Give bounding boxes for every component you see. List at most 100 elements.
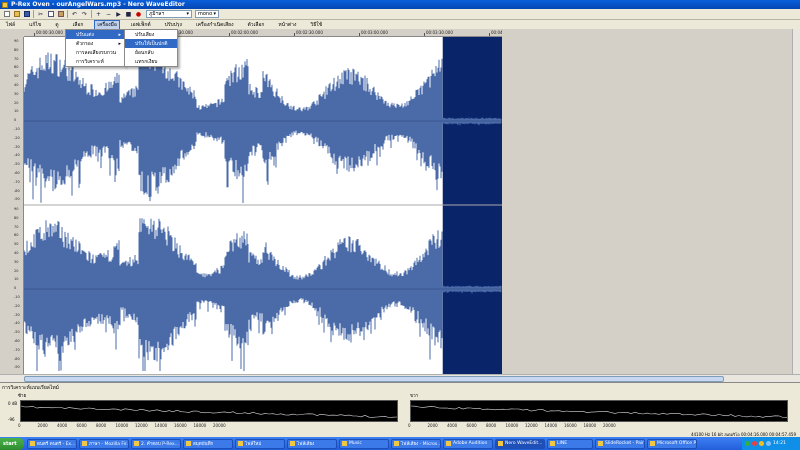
tools-menu-item-2[interactable]: การลดเสียงรบกวน xyxy=(66,48,124,57)
taskbar-item-label: Microsoft Office P... xyxy=(657,441,697,446)
taskbar-app-icon xyxy=(650,441,655,446)
channel-combo[interactable]: mono ▾ xyxy=(195,10,219,18)
copy-icon[interactable] xyxy=(46,10,55,19)
vertical-scrollbar[interactable] xyxy=(792,29,800,374)
redo-icon[interactable]: ↷ xyxy=(80,10,89,19)
taskbar-item[interactable]: SlideRocket - Paint xyxy=(595,438,645,449)
tray-icon[interactable] xyxy=(745,441,750,446)
taskbar-item[interactable]: สมุดบันทึก xyxy=(183,438,233,449)
horizontal-scrollbar[interactable] xyxy=(0,374,800,382)
tools-submenu-item-3[interactable]: แทรกเงียบ xyxy=(125,57,177,66)
taskbar-app-icon xyxy=(498,441,503,446)
system-tray: 14:21 xyxy=(742,437,800,450)
menu-tools[interactable]: เครื่องมือ xyxy=(94,19,120,30)
frequency-tick-label: 8000 xyxy=(486,423,497,428)
taskbar-item[interactable]: Microsoft Office P... xyxy=(647,438,697,449)
frequency-tick-label: 18000 xyxy=(583,423,597,428)
tools-submenu-item-1[interactable]: ปรับให้เป็นปกติ xyxy=(125,39,177,48)
left-frequency-axis: 0 2000 4000 6000 8000 10000 12000 14000 16000 180… xyxy=(18,423,233,428)
ruler-tick xyxy=(34,33,35,36)
frequency-tick-label: 6000 xyxy=(76,423,87,428)
waveform-canvas[interactable] xyxy=(24,37,502,374)
y-top-label: 0 dB xyxy=(8,401,18,406)
taskbar-item[interactable]: ไฟล์เสียง xyxy=(287,438,337,449)
amplitude-label: 40 xyxy=(14,83,19,87)
undo-icon[interactable]: ↶ xyxy=(70,10,79,19)
open-icon[interactable] xyxy=(12,10,21,19)
stop-icon[interactable]: ■ xyxy=(124,10,133,19)
chevron-down-icon: ▾ xyxy=(213,11,216,17)
menu-effects[interactable]: เอฟเฟ็กต์ xyxy=(129,21,153,29)
taskbar-app-icon xyxy=(290,441,295,446)
preset-combo-value: ภูมิฯลฯ xyxy=(149,11,165,17)
analysis-panel: การวิเคราะห์แบบเรียลไทม์ ซ้าย ขวา 0 dB -… xyxy=(0,382,800,436)
frequency-tick-label: 0 xyxy=(18,423,21,428)
taskbar-item-label: SlideRocket - Paint xyxy=(605,441,645,446)
taskbar-item[interactable]: 2. คำตอบ P-Rex... xyxy=(131,438,181,449)
amplitude-label: -40 xyxy=(14,321,20,326)
menu-file[interactable]: ไฟล์ xyxy=(4,21,17,29)
taskbar-item-label: LINE xyxy=(557,441,568,446)
start-button[interactable]: start xyxy=(0,437,24,450)
tray-icon[interactable] xyxy=(759,441,764,446)
paste-icon[interactable] xyxy=(56,10,65,19)
tools-menu-item-0[interactable]: ปรับแต่ง ▸ xyxy=(66,30,124,39)
zoom-out-icon[interactable]: − xyxy=(104,10,113,19)
tools-menu-item-3[interactable]: การวิเคราะห์ xyxy=(66,57,124,66)
amplitude-label: -50 xyxy=(14,330,20,335)
submenu-arrow-icon: ▸ xyxy=(118,31,121,38)
menu-select[interactable]: เลือก xyxy=(71,21,86,29)
menu-window[interactable]: หน้าต่าง xyxy=(276,21,298,29)
taskbar-item-label: Music xyxy=(349,441,362,446)
frequency-tick-label: 14000 xyxy=(544,423,558,428)
frequency-tick-label: 12000 xyxy=(135,423,148,428)
zoom-in-icon[interactable]: + xyxy=(94,10,103,19)
menu-enhance[interactable]: ปรับปรุง xyxy=(163,21,184,29)
amplitude-label: 50 xyxy=(14,74,19,79)
menu-help[interactable]: วิธีใช้ xyxy=(308,21,324,29)
new-icon[interactable] xyxy=(2,10,11,19)
taskbar-item[interactable]: ภาษา - Mozilla Fir... xyxy=(79,438,129,449)
analysis-title: การวิเคราะห์แบบเรียลไทม์ xyxy=(2,385,59,391)
taskbar-app-icon xyxy=(82,441,87,446)
taskbar-item[interactable]: ไฟล์ใหม่ xyxy=(235,438,285,449)
amplitude-label: -20 xyxy=(14,135,20,140)
record-icon[interactable]: ● xyxy=(134,10,143,19)
menu-edit[interactable]: แก้ไข xyxy=(27,21,43,29)
amplitude-label: 30 xyxy=(14,91,19,96)
taskbar-item-label: สมุดบันทึก xyxy=(193,442,214,447)
save-icon[interactable] xyxy=(22,10,31,19)
play-icon[interactable]: ▶ xyxy=(114,10,123,19)
taskbar-app-icon xyxy=(342,441,347,446)
menu-options[interactable]: ตัวเลือก xyxy=(246,21,267,29)
frequency-tick-label: 0 xyxy=(408,423,411,428)
menu-generator[interactable]: เครื่องกำเนิดเสียง xyxy=(194,21,236,29)
tray-icon[interactable] xyxy=(752,441,757,446)
tools-submenu-item-2[interactable]: ย้อนกลับ xyxy=(125,48,177,57)
taskbar-item[interactable]: LINE xyxy=(547,438,593,449)
cut-icon[interactable]: ✂ xyxy=(36,10,45,19)
amplitude-label: -80 xyxy=(14,188,20,193)
window-title: P-Rex Oven - ourAngelWars.mp3 - Nero Wav… xyxy=(11,1,185,8)
taskbar-app-icon xyxy=(238,441,243,446)
taskbar-item[interactable]: Adobe Audition xyxy=(443,438,493,449)
ruler-tick xyxy=(489,33,490,36)
amplitude-label: 60 xyxy=(14,65,19,70)
preset-combo[interactable]: ภูมิฯลฯ ▾ xyxy=(146,10,192,18)
taskbar-item[interactable]: ไฟล์เสียง - Micros... xyxy=(391,438,441,449)
taskbar-app-icon xyxy=(186,441,191,446)
taskbar-item[interactable]: Music xyxy=(339,438,389,449)
amplitude-label: 80 xyxy=(14,47,19,52)
tray-icon[interactable] xyxy=(766,441,771,446)
frequency-tick-label: 12000 xyxy=(525,423,538,428)
ruler-tick xyxy=(424,33,425,36)
tools-submenu-item-0[interactable]: ปรับเสียง xyxy=(125,30,177,39)
waveform-view[interactable] xyxy=(24,37,502,374)
left-spectrum-graph xyxy=(20,400,398,422)
taskbar-item-label: ภาษา - Mozilla Fir... xyxy=(89,442,129,447)
amplitude-label: -30 xyxy=(14,312,20,317)
tools-menu-item-1[interactable]: ตัวกรอง ▸ xyxy=(66,39,124,48)
taskbar-item[interactable]: Nero WaveEdit... xyxy=(495,438,545,449)
menu-view[interactable]: ดู xyxy=(53,21,60,29)
taskbar-item[interactable]: ดนตรี ดนตรี - Ex... xyxy=(27,438,77,449)
